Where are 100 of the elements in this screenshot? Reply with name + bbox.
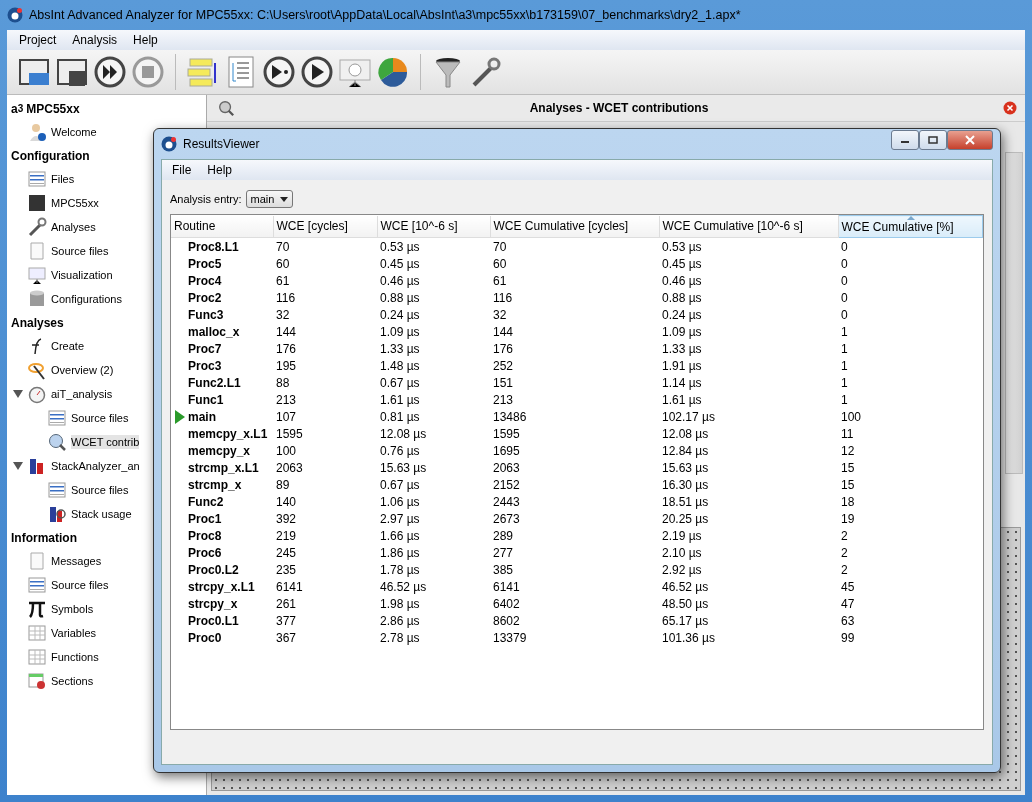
sidebar-item[interactable]: Sections (51, 674, 94, 688)
minimize-button[interactable] (891, 130, 919, 150)
sidebar-item[interactable]: Functions (51, 650, 99, 664)
menu-item[interactable]: Project (11, 33, 65, 47)
expanded-icon[interactable] (13, 389, 23, 399)
sidebar-item[interactable]: WCET contrib (71, 435, 140, 449)
play-step-icon[interactable] (263, 56, 295, 88)
section-heading: Analyses (10, 314, 64, 332)
table-cell-text: 0 (840, 289, 849, 306)
table-cell-text: 1595 (492, 425, 521, 442)
funnel-icon[interactable] (435, 58, 461, 88)
sidebar-item[interactable]: Symbols (51, 602, 94, 616)
table-cell-text: 252 (492, 357, 515, 374)
table-cell-text: 12.84 µs (661, 442, 710, 459)
sidebar-item[interactable]: Visualization (51, 268, 113, 282)
table-cell-text: 261 (275, 595, 298, 612)
column-header[interactable]: WCE Cumulative [%] (838, 215, 983, 238)
table-cell-text: 0.46 µs (379, 272, 421, 289)
table-cell-text: 2063 (275, 459, 304, 476)
sidebar-item[interactable]: Files (51, 172, 75, 186)
column-header[interactable]: WCE [cycles] (273, 215, 377, 238)
column-header[interactable]: WCE [10^-6 s] (377, 215, 490, 238)
list-icon (47, 480, 67, 500)
menu-item[interactable]: Help (199, 163, 241, 177)
column-header[interactable]: WCE Cumulative [10^-6 s] (659, 215, 838, 238)
table-cell-text: 107 (275, 408, 298, 425)
sidebar-item[interactable]: aiT_analysis (51, 387, 113, 401)
table-cell-text: 45 (840, 578, 856, 595)
table-cell-text: 219 (275, 527, 298, 544)
close-icon[interactable] (1003, 101, 1017, 115)
board-icon (27, 265, 47, 285)
table-cell-text: 1 (840, 374, 849, 391)
table-cell-text: 0.67 µs (379, 476, 421, 493)
table-cell-text: 213 (492, 391, 515, 408)
column-header[interactable]: WCE Cumulative [cycles] (490, 215, 659, 238)
table-cell-text: 1.91 µs (661, 357, 703, 374)
flowchart-icon[interactable] (187, 58, 216, 87)
sidebar-item[interactable]: Welcome (51, 125, 97, 139)
table-cell-text: 20.25 µs (661, 510, 710, 527)
routine-cell: Proc0.L2 (188, 562, 239, 577)
table-cell-text: 12.08 µs (379, 425, 428, 442)
maximize-button[interactable] (919, 130, 947, 150)
column-header[interactable]: Routine (171, 215, 273, 238)
sidebar-item[interactable]: Source files (51, 244, 109, 258)
bar-chart-icon (47, 504, 67, 524)
table-cell-text: 2673 (492, 510, 521, 527)
save-icon[interactable] (57, 59, 87, 86)
menu-item[interactable]: Help (125, 33, 166, 47)
table-cell-text: 48.50 µs (661, 595, 710, 612)
table-cell-text: 13379 (492, 629, 528, 646)
menu-item[interactable]: File (164, 163, 200, 177)
table-cell: 0.53 µs (659, 237, 838, 255)
table-icon (27, 623, 47, 643)
routine-cell: Proc4 (188, 273, 222, 288)
table-cell-text: 0 (840, 306, 849, 323)
sidebar-item[interactable]: Variables (51, 626, 97, 640)
table-cell-text: 15 (840, 459, 856, 476)
table-cell-text: 100 (840, 408, 863, 425)
caret-icon (280, 196, 289, 202)
close-button[interactable] (947, 130, 993, 150)
list-icon[interactable] (228, 56, 254, 88)
table-cell-text: 47 (840, 595, 856, 612)
sections-icon (27, 671, 47, 691)
table-cell-text: 176 (275, 340, 298, 357)
sidebar-item[interactable]: Messages (51, 554, 102, 568)
fast-forward-icon[interactable] (94, 56, 126, 88)
routine-cell: Proc8.L1 (188, 239, 239, 254)
table-cell-text: 392 (275, 510, 298, 527)
sidebar-item[interactable]: Configurations (51, 292, 122, 306)
sidebar-item[interactable]: Analyses (51, 220, 96, 234)
sidebar-item[interactable]: Create (51, 339, 85, 353)
menu-item[interactable]: Analysis (64, 33, 126, 47)
pie-chart-icon[interactable] (378, 58, 407, 87)
entry-dropdown[interactable]: main (245, 190, 294, 208)
routine-cell: Proc3 (188, 358, 222, 373)
stopwatch-board-icon[interactable] (339, 59, 371, 88)
table-cell-text: 61 (492, 272, 508, 289)
table-cell-text: 46.52 µs (379, 578, 428, 595)
sidebar-item[interactable]: Stack usage (71, 507, 132, 521)
table-cell-text: 15.63 µs (379, 459, 428, 476)
routine-cell: Proc8 (188, 528, 222, 543)
table-cell-text: 6141 (275, 578, 304, 595)
scrollbar[interactable] (1005, 152, 1023, 474)
table-cell-text: 6402 (492, 595, 521, 612)
sidebar-item[interactable]: Source files (71, 483, 129, 497)
table-cell-text: 2.19 µs (661, 527, 703, 544)
sidebar-item[interactable]: StackAnalyzer_an (51, 459, 140, 473)
routine-cell: Func1 (188, 392, 224, 407)
stop-icon[interactable] (132, 56, 164, 88)
table-cell-text: 18.51 µs (661, 493, 710, 510)
sidebar-item[interactable]: Overview (2) (51, 363, 114, 377)
open-icon[interactable] (19, 59, 49, 85)
table-cell-text: 6141 (492, 578, 521, 595)
wrench-icon[interactable] (472, 57, 501, 87)
table-cell-text: 144 (492, 323, 515, 340)
sidebar-item[interactable]: Source files (71, 411, 129, 425)
sidebar-item[interactable]: Source files (51, 578, 109, 592)
sidebar-item[interactable]: MPC55xx (51, 196, 99, 210)
expanded-icon[interactable] (13, 461, 23, 471)
play-icon[interactable] (301, 56, 333, 88)
